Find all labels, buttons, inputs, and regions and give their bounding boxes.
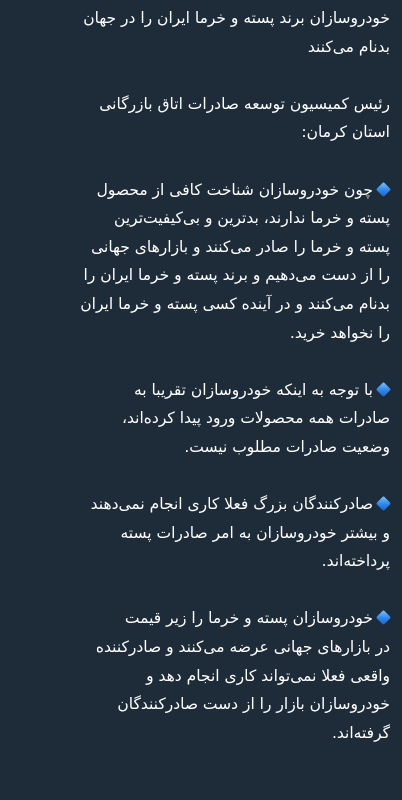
small-blue-diamond-icon bbox=[375, 496, 392, 512]
text-line: پسته و خرما ندارند، بدترین و بی‌کیفیت‌تر… bbox=[114, 209, 390, 228]
text-line: بدنام می‌کنند bbox=[307, 37, 390, 56]
text-line: خودروسازان بازار را از دست صادرکنندگان bbox=[117, 695, 390, 714]
small-blue-diamond-icon bbox=[375, 181, 392, 197]
paragraph-point-2: با توجه به اینکه خودروسازان تقریبا به صا… bbox=[8, 376, 392, 462]
text-line: با توجه به اینکه خودروسازان تقریبا به bbox=[134, 380, 373, 399]
paragraph-point-4: خودروسازان پسته و خرما را زیر قیمت در با… bbox=[8, 604, 392, 747]
text-line: واقعی فعلا نمی‌تواند کاری انجام دهد و bbox=[146, 666, 390, 685]
text-line-with-bullet: خودروسازان پسته و خرما را زیر قیمت bbox=[8, 604, 392, 633]
paragraph-point-1: چون خودروسازان شناخت کافی از محصول پسته … bbox=[8, 176, 392, 348]
message-text: خودروسازان برند پسته و خرما ایران را در … bbox=[0, 0, 402, 800]
text-line: و بیشتر خودروسازان به امر صادرات پسته bbox=[120, 523, 390, 542]
text-line-with-bullet: چون خودروسازان شناخت کافی از محصول bbox=[8, 176, 392, 205]
text-line: استان کرمان: bbox=[301, 123, 390, 142]
text-line: در بازارهای جهانی عرضه می‌کنند و صادرکنن… bbox=[95, 638, 390, 657]
text-line: خودروسازان برند پسته و خرما ایران را در … bbox=[83, 9, 390, 27]
text-line: گرفته‌اند. bbox=[331, 723, 390, 742]
text-line: رئیس کمیسیون توسعه صادرات اتاق بازرگانی bbox=[99, 94, 390, 113]
paragraph-source: رئیس کمیسیون توسعه صادرات اتاق بازرگانی … bbox=[8, 90, 390, 147]
paragraph-headline: خودروسازان برند پسته و خرما ایران را در … bbox=[8, 4, 390, 61]
text-line: وضعیت صادرات مطلوب نیست. bbox=[184, 437, 390, 456]
text-line: صادرات همه محصولات ورود پیدا کرده‌اند، bbox=[122, 409, 390, 428]
text-line: خودروسازان پسته و خرما را زیر قیمت bbox=[124, 609, 373, 628]
text-line-with-bullet: صادرکنندگان بزرگ فعلا کاری انجام نمی‌دهن… bbox=[8, 490, 392, 519]
text-line: صادرکنندگان بزرگ فعلا کاری انجام نمی‌دهن… bbox=[90, 495, 373, 514]
text-line: پسته و خرما را صادر می‌کنند و بازارهای ج… bbox=[91, 237, 390, 256]
small-blue-diamond-icon bbox=[375, 381, 392, 397]
small-blue-diamond-icon bbox=[375, 610, 392, 626]
text-line: را از دست می‌دهیم و برند پسته و خرما ایر… bbox=[83, 266, 390, 285]
paragraph-point-3: صادرکنندگان بزرگ فعلا کاری انجام نمی‌دهن… bbox=[8, 490, 392, 576]
text-line: پرداخته‌اند. bbox=[321, 552, 390, 571]
text-line: بدنام می‌کنند و در آینده کسی پسته و خرما… bbox=[80, 294, 390, 313]
text-line-with-bullet: با توجه به اینکه خودروسازان تقریبا به bbox=[8, 376, 392, 405]
text-line: را نخواهد خرید. bbox=[289, 323, 390, 342]
text-line: چون خودروسازان شناخت کافی از محصول bbox=[96, 180, 373, 199]
